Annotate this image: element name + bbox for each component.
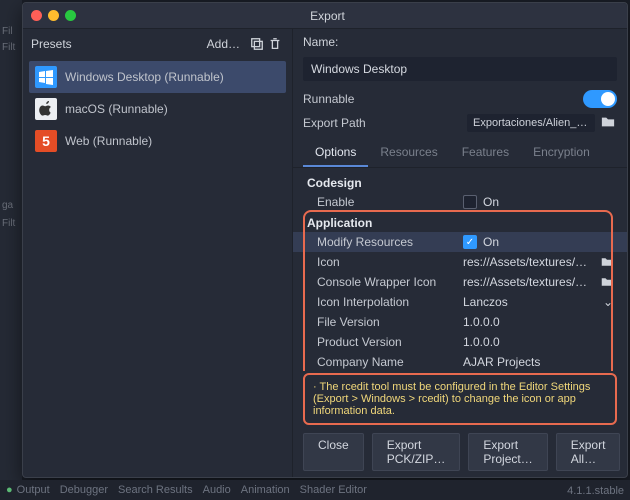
- windows-icon: [35, 66, 57, 88]
- name-label: Name:: [293, 29, 627, 55]
- html5-icon: 5: [35, 130, 57, 152]
- export-pck-zip-button[interactable]: Export PCK/ZIP…: [372, 433, 461, 471]
- name-field[interactable]: Windows Desktop: [303, 57, 617, 81]
- titlebar: Export: [23, 3, 627, 29]
- bottom-tab-shader[interactable]: Shader Editor: [300, 484, 367, 496]
- export-path-field[interactable]: Exportaciones/Alien_Invasio: [467, 114, 595, 132]
- preset-label: macOS (Runnable): [65, 102, 168, 116]
- section-codesign: Codesign: [293, 172, 627, 192]
- codesign-enable-label: Enable: [317, 195, 455, 209]
- icon-interpolation-dropdown[interactable]: Lanczos: [463, 295, 597, 309]
- folder-icon[interactable]: [601, 256, 613, 268]
- export-project-button[interactable]: Export Project…: [468, 433, 547, 471]
- preset-web[interactable]: 5 Web (Runnable): [29, 125, 286, 157]
- folder-icon[interactable]: [601, 276, 613, 288]
- bottom-tab-animation[interactable]: Animation: [241, 484, 290, 496]
- tabs: Options Resources Features Encryption: [293, 139, 627, 168]
- preset-label: Web (Runnable): [65, 134, 152, 148]
- icon-label: Icon: [317, 255, 455, 269]
- preset-label: Windows Desktop (Runnable): [65, 70, 224, 84]
- file-version-field[interactable]: 1.0.0.0: [463, 315, 613, 329]
- section-application: Application: [293, 212, 627, 232]
- settings-panel: Name: Windows Desktop Runnable Export Pa…: [293, 29, 627, 477]
- add-preset-button[interactable]: Add…: [207, 37, 240, 51]
- rcedit-warning: · The rcedit tool must be configured in …: [303, 373, 617, 425]
- delete-preset-icon[interactable]: [266, 35, 284, 53]
- dialog-title: Export: [36, 9, 619, 23]
- runnable-toggle[interactable]: [583, 90, 617, 108]
- presets-panel: Presets Add… Windows Desktop (Runnable): [23, 29, 293, 477]
- icon-interpolation-label: Icon Interpolation: [317, 295, 455, 309]
- modify-resources-checkbox[interactable]: ✓: [463, 235, 477, 249]
- bottom-tab-search[interactable]: Search Results: [118, 484, 193, 496]
- bottom-tab-output[interactable]: Output: [6, 484, 50, 496]
- options-scroll[interactable]: Codesign Enable On Application Modify Re…: [293, 168, 627, 371]
- tab-encryption[interactable]: Encryption: [521, 139, 602, 167]
- close-button[interactable]: Close: [303, 433, 364, 471]
- apple-icon: [35, 98, 57, 120]
- runnable-label: Runnable: [303, 92, 459, 106]
- duplicate-preset-icon[interactable]: [248, 35, 266, 53]
- preset-macos[interactable]: macOS (Runnable): [29, 93, 286, 125]
- editor-bottom-tabs: Output Debugger Search Results Audio Ani…: [0, 480, 630, 500]
- editor-bg-labels: Fil Filt ga Filt: [0, 0, 22, 500]
- tab-resources[interactable]: Resources: [368, 139, 449, 167]
- chevron-down-icon[interactable]: ⌄: [603, 295, 613, 309]
- company-name-label: Company Name: [317, 355, 455, 369]
- presets-label: Presets: [31, 37, 207, 51]
- bottom-tab-debugger[interactable]: Debugger: [60, 484, 108, 496]
- export-path-label: Export Path: [303, 116, 459, 130]
- icon-field[interactable]: res://Assets/textures/ALIE: [463, 255, 595, 269]
- product-version-label: Product Version: [317, 335, 455, 349]
- tab-features[interactable]: Features: [450, 139, 521, 167]
- export-dialog: Export Presets Add… Windows Deskto: [22, 2, 628, 478]
- folder-icon[interactable]: [601, 115, 617, 131]
- file-version-label: File Version: [317, 315, 455, 329]
- bottom-tab-audio[interactable]: Audio: [203, 484, 231, 496]
- version-label: 4.1.1.stable: [567, 485, 624, 497]
- preset-windows[interactable]: Windows Desktop (Runnable): [29, 61, 286, 93]
- modify-resources-label: Modify Resources: [317, 235, 455, 249]
- product-version-field[interactable]: 1.0.0.0: [463, 335, 613, 349]
- console-wrapper-icon-label: Console Wrapper Icon: [317, 275, 455, 289]
- export-all-button[interactable]: Export All…: [556, 433, 621, 471]
- codesign-enable-checkbox[interactable]: [463, 195, 477, 209]
- company-name-field[interactable]: AJAR Projects: [463, 355, 613, 369]
- console-wrapper-icon-field[interactable]: res://Assets/textures/AJA: [463, 275, 595, 289]
- tab-options[interactable]: Options: [303, 139, 368, 167]
